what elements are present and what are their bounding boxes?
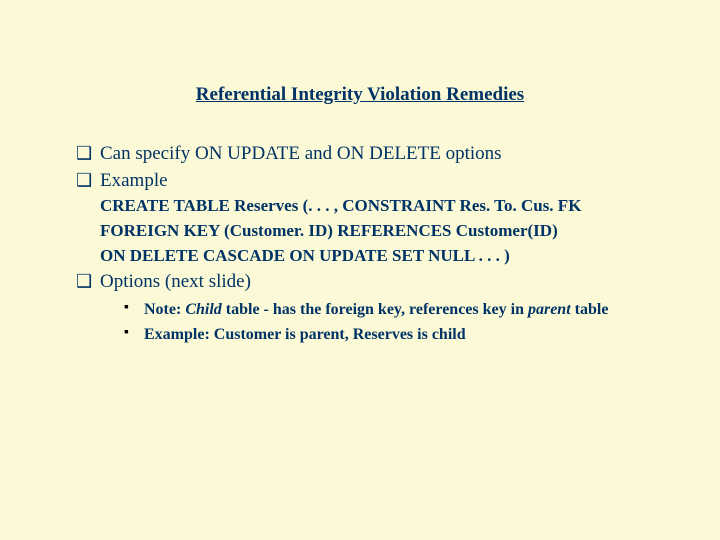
sub-example: Example: Customer is parent, Reserves is… [124, 324, 644, 346]
main-list-continued: Options (next slide) [76, 270, 644, 295]
note-child-term: Child [185, 301, 221, 318]
sql-line-3: ON DELETE CASCADE ON UPDATE SET NULL . .… [76, 245, 644, 268]
note-suffix: table [571, 301, 609, 318]
bullet-on-update-delete: Can specify ON UPDATE and ON DELETE opti… [76, 142, 644, 167]
note-mid: table - has the foreign key, references … [222, 301, 528, 318]
slide-title: Referential Integrity Violation Remedies [76, 84, 644, 106]
bullet-example: Example [76, 169, 644, 194]
sub-note: Note: Child table - has the foreign key,… [124, 299, 644, 321]
note-prefix: Note: [144, 301, 185, 318]
note-parent-term: parent [528, 301, 571, 318]
bullet-options: Options (next slide) [76, 270, 644, 295]
sub-list: Note: Child table - has the foreign key,… [76, 299, 644, 346]
sql-line-2: FOREIGN KEY (Customer. ID) REFERENCES Cu… [76, 220, 644, 243]
sql-line-1: CREATE TABLE Reserves (. . . , CONSTRAIN… [76, 195, 644, 218]
main-list: Can specify ON UPDATE and ON DELETE opti… [76, 142, 644, 193]
